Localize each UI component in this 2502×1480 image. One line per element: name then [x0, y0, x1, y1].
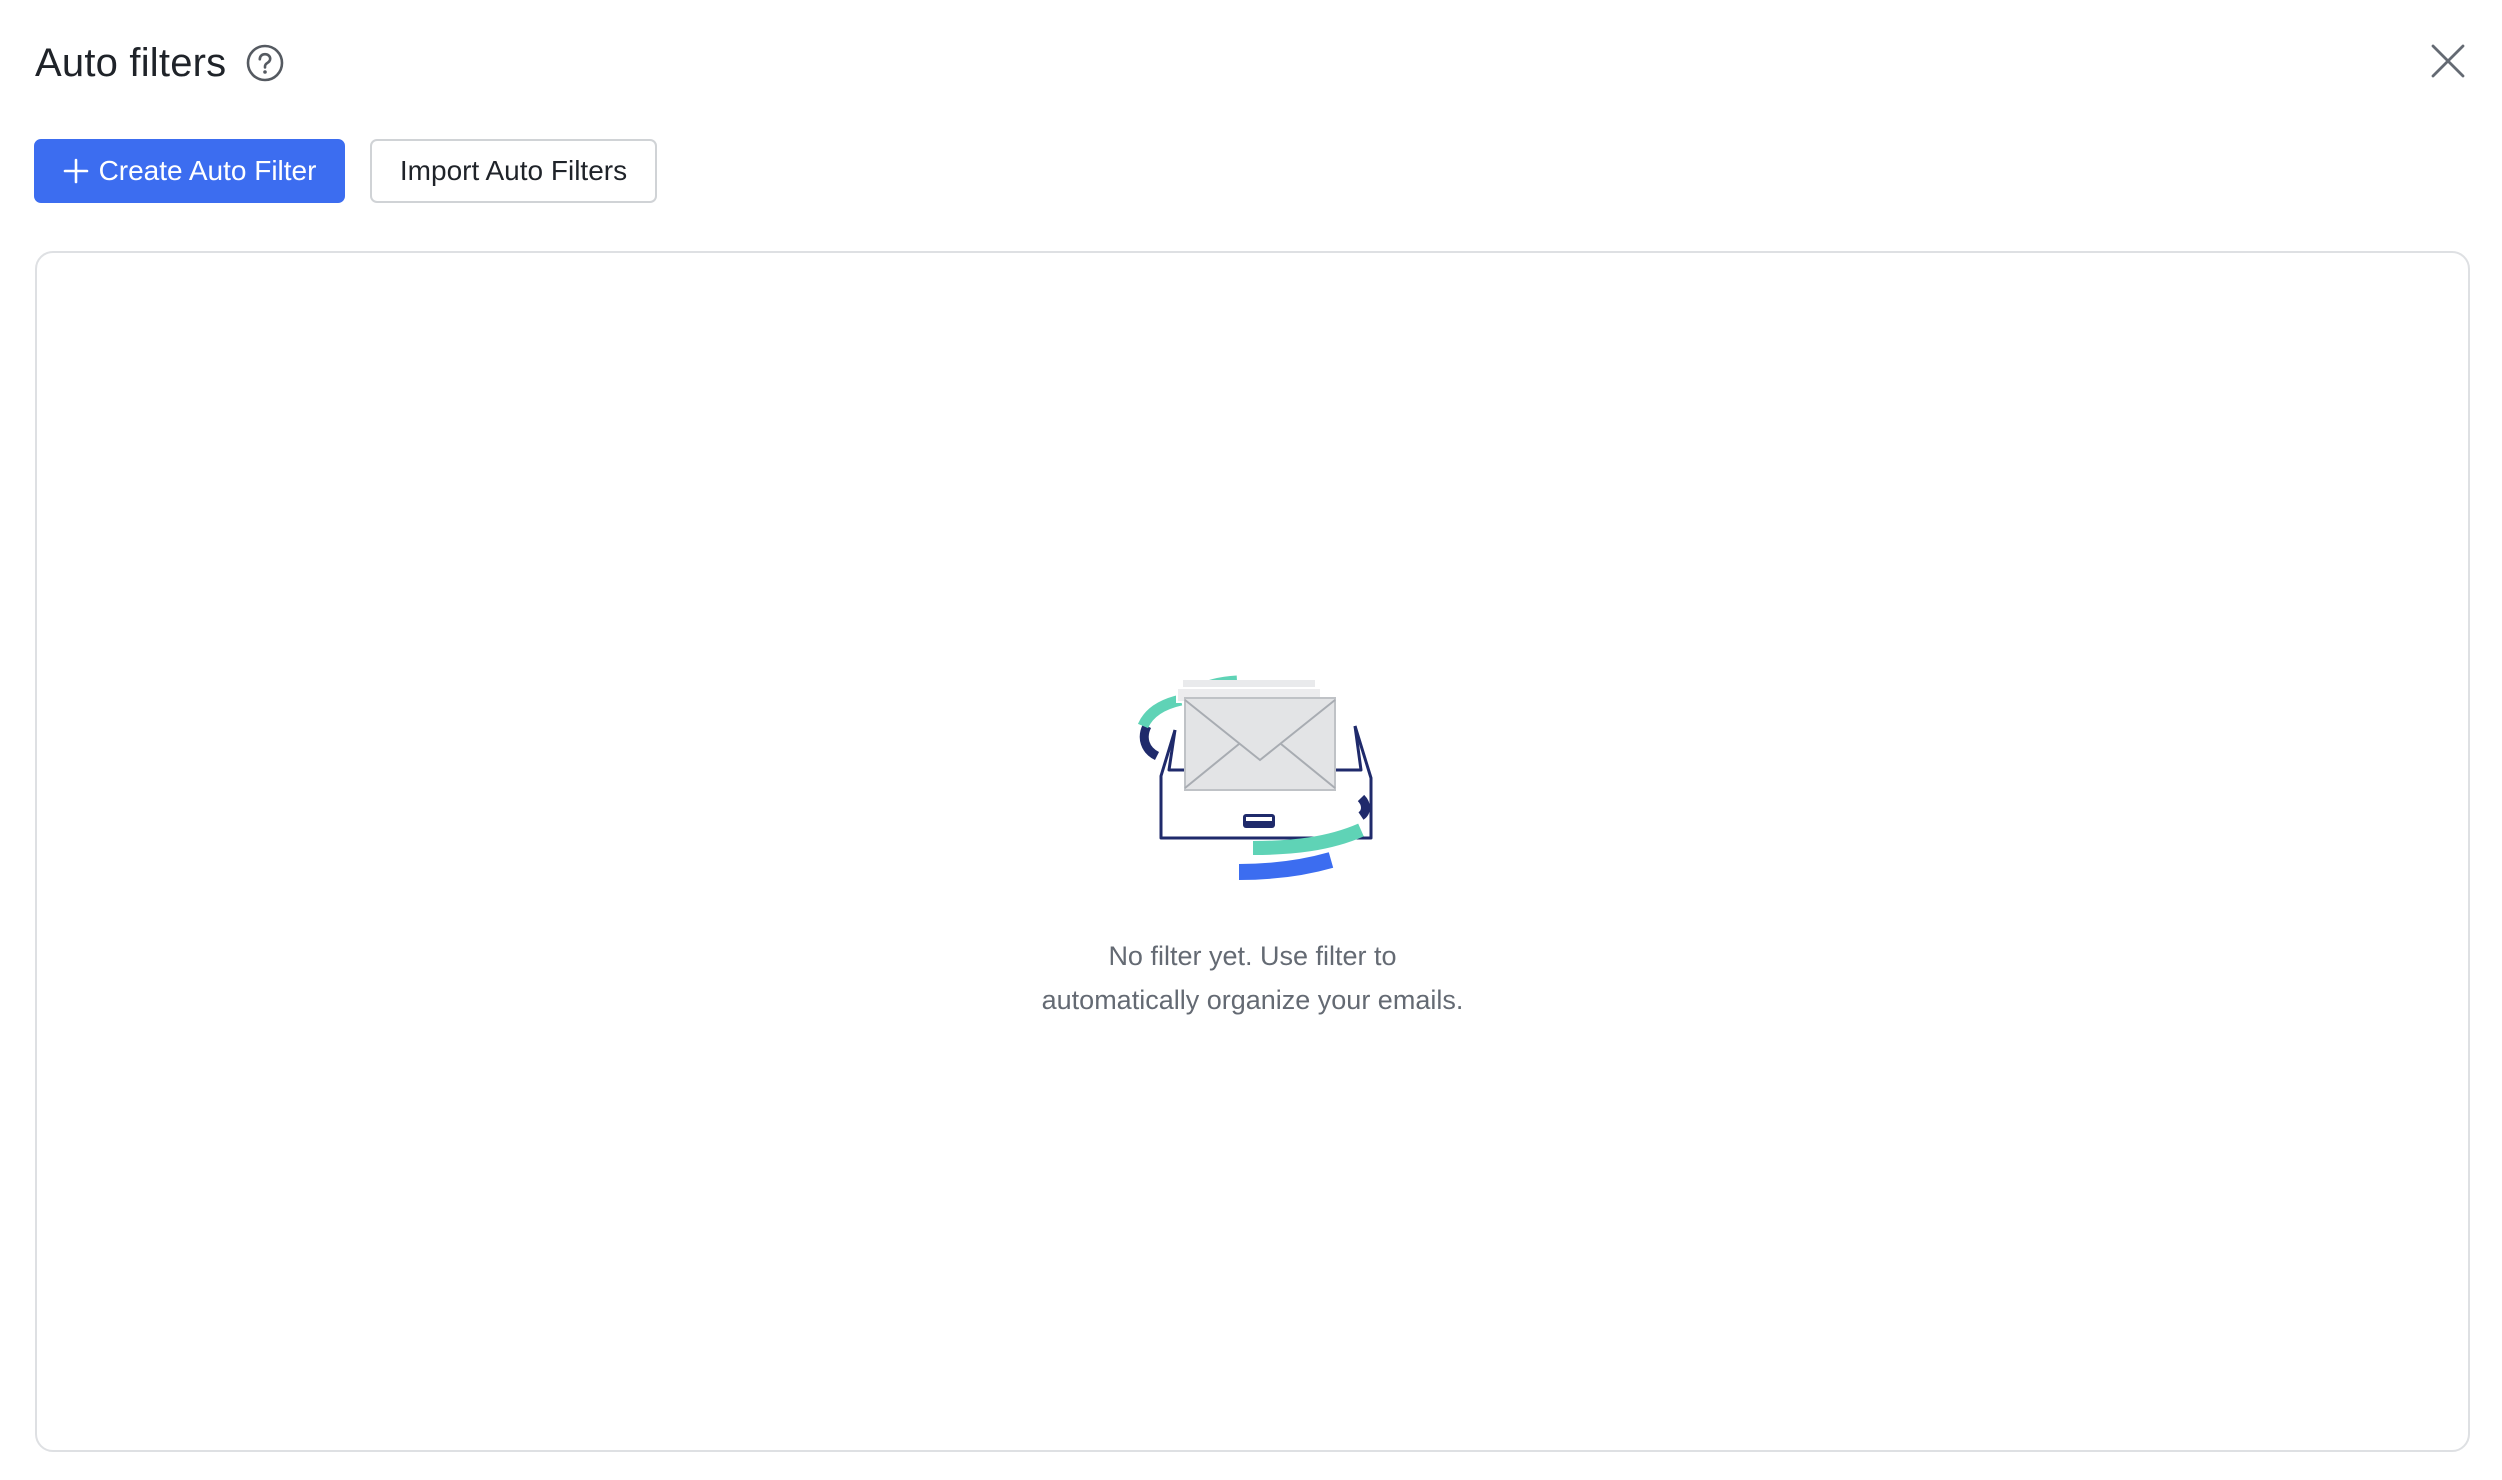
auto-filters-dialog: Auto filters Create Auto Filter Import A…	[0, 0, 2502, 1480]
help-icon[interactable]	[246, 44, 284, 82]
import-auto-filters-button[interactable]: Import Auto Filters	[370, 139, 657, 203]
empty-state: No filter yet. Use filter to automatical…	[37, 668, 2468, 1022]
empty-state-line-2: automatically organize your emails.	[1041, 985, 1464, 1015]
create-auto-filter-button[interactable]: Create Auto Filter	[34, 139, 345, 203]
page-title: Auto filters	[35, 40, 227, 85]
dialog-header: Auto filters	[35, 30, 284, 96]
inbox-envelope-illustration	[1137, 675, 1372, 880]
empty-state-message: No filter yet. Use filter to automatical…	[1042, 934, 1464, 1022]
close-icon[interactable]	[2429, 42, 2467, 80]
import-auto-filters-label: Import Auto Filters	[399, 155, 628, 186]
plus-icon	[63, 158, 89, 184]
toolbar: Create Auto Filter Import Auto Filters	[34, 139, 657, 203]
filters-list-panel: No filter yet. Use filter to automatical…	[35, 251, 2470, 1452]
create-auto-filter-label: Create Auto Filter	[98, 155, 317, 186]
empty-state-line-1: No filter yet. Use filter to	[1108, 941, 1397, 971]
